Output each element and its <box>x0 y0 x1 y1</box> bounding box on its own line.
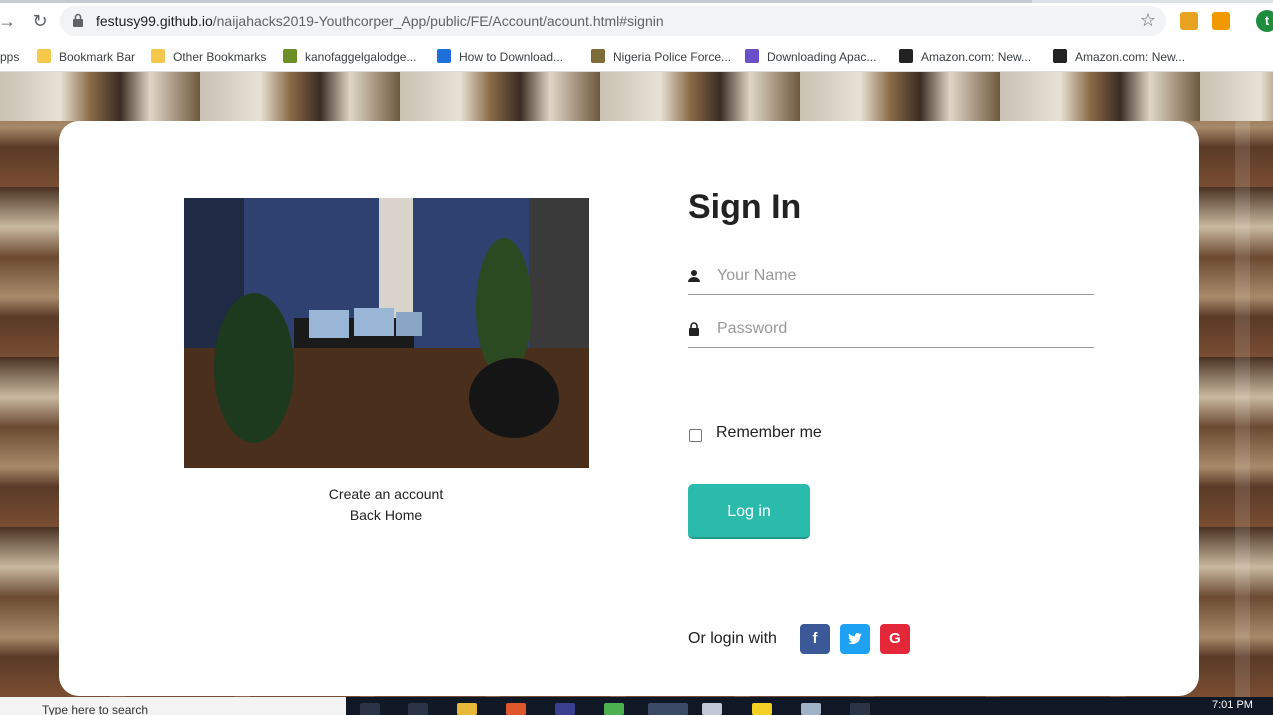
room-illustration <box>184 198 589 468</box>
page-title: Sign In <box>688 188 802 226</box>
bookmark-star-icon[interactable]: ☆ <box>1140 10 1156 31</box>
bookmark-how-to-download[interactable]: How to Download... <box>437 47 563 67</box>
name-field <box>688 259 1094 295</box>
extension-icon[interactable] <box>1180 12 1198 30</box>
facebook-login-button[interactable]: f <box>800 624 830 654</box>
amazon-icon <box>1053 49 1067 63</box>
bookmark-downloading-apache[interactable]: Downloading Apac... <box>745 47 876 67</box>
twitter-login-button[interactable] <box>840 624 870 654</box>
firefox-icon[interactable] <box>506 703 526 715</box>
x-icon <box>437 49 451 63</box>
address-bar[interactable]: festusy99.github.io/naijahacks2019-Youth… <box>60 6 1166 36</box>
task-view-icon[interactable] <box>408 703 428 715</box>
password-field <box>688 312 1094 348</box>
bookmarks-bar: pps Bookmark Bar Other Bookmarks kanofag… <box>0 42 1273 72</box>
person-icon <box>688 270 700 282</box>
bookmark-nigeria-police[interactable]: Nigeria Police Force... <box>591 47 731 67</box>
back-home-link[interactable]: Back Home <box>285 507 487 523</box>
social-login-label: Or login with <box>688 630 777 647</box>
bookmark-amazon-1[interactable]: Amazon.com: New... <box>899 47 1031 67</box>
page-background: Create an account Back Home Sign In Reme… <box>0 72 1273 697</box>
login-button[interactable]: Log in <box>688 484 810 539</box>
shopping-extension-icon[interactable] <box>1212 12 1230 30</box>
taskbar-clock[interactable]: 7:01 PM <box>1212 699 1253 711</box>
name-input[interactable] <box>717 263 1087 289</box>
background-decor <box>0 72 1273 121</box>
password-input[interactable] <box>717 316 1087 342</box>
photo-app-icon[interactable] <box>850 703 870 715</box>
file-explorer-icon[interactable] <box>457 703 477 715</box>
bookmark-kanofaggel[interactable]: kanofaggelgalodge... <box>283 47 416 67</box>
site-icon <box>283 49 297 63</box>
folder-icon <box>37 49 51 63</box>
forward-icon[interactable]: → <box>0 10 18 32</box>
lock-icon <box>73 13 83 27</box>
bookmark-amazon-2[interactable]: Amazon.com: New... <box>1053 47 1185 67</box>
signin-card: Create an account Back Home Sign In Reme… <box>59 121 1199 696</box>
browser-toolbar: → ↻ festusy99.github.io/naijahacks2019-Y… <box>0 0 1273 42</box>
taskbar: Type here to search 7:01 PM <box>0 697 1273 715</box>
dev-icon[interactable] <box>555 703 575 715</box>
remember-me-checkbox[interactable] <box>689 429 702 442</box>
profile-avatar[interactable]: t <box>1256 10 1273 32</box>
window-app-icon[interactable] <box>702 703 722 715</box>
google-login-button[interactable]: G <box>880 624 910 654</box>
bookmark-bar-folder[interactable]: Bookmark Bar <box>37 47 135 67</box>
create-account-link[interactable]: Create an account <box>285 486 487 502</box>
bookmark-other-folder[interactable]: Other Bookmarks <box>151 47 266 67</box>
cortana-icon[interactable] <box>360 703 380 715</box>
lock-icon <box>689 322 699 336</box>
police-icon <box>591 49 605 63</box>
reload-icon[interactable]: ↻ <box>29 10 51 32</box>
google-icon: G <box>889 630 901 647</box>
taskbar-search-placeholder: Type here to search <box>42 703 149 715</box>
url-text: festusy99.github.io/naijahacks2019-Youth… <box>96 13 664 29</box>
bookmark-apps[interactable]: pps <box>0 47 19 67</box>
app-icon[interactable] <box>604 703 624 715</box>
amazon-icon <box>899 49 913 63</box>
chrome-icon[interactable] <box>648 703 688 715</box>
remember-me-label[interactable]: Remember me <box>716 424 822 442</box>
notepad-icon[interactable] <box>801 703 821 715</box>
tab-strip <box>0 0 1273 3</box>
facebook-icon: f <box>812 630 818 647</box>
sticky-notes-icon[interactable] <box>752 703 772 715</box>
workspace-photo <box>184 198 589 468</box>
twitter-icon <box>848 633 862 645</box>
hexagon-icon <box>745 49 759 63</box>
folder-icon <box>151 49 165 63</box>
taskbar-search-box[interactable]: Type here to search <box>0 697 346 715</box>
